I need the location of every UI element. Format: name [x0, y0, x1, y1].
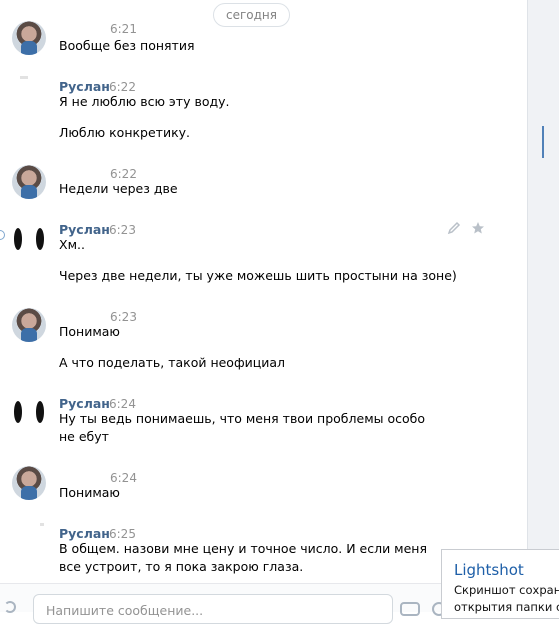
message-text: Ну ты ведь понимаешь, что меня твои проб… — [59, 411, 425, 444]
message-text: Вообще без понятия — [59, 38, 195, 53]
scrollbar-panel[interactable] — [527, 0, 559, 611]
message-time[interactable]: 6:24 — [110, 471, 137, 485]
message-time[interactable]: 6:23 — [109, 223, 136, 237]
message-text: Через две недели, ты уже можешь шить про… — [59, 268, 457, 283]
avatar[interactable] — [12, 466, 46, 500]
message-time[interactable]: 6:23 — [110, 310, 137, 324]
message-text: Люблю конкретику. — [59, 125, 190, 140]
message-text: А что поделать, такой неофициал — [59, 355, 286, 370]
message-text: Я не люблю всю эту воду. — [59, 94, 230, 109]
date-divider[interactable]: сегодня — [213, 3, 290, 27]
message-text: В общем. назови мне цену и точное число.… — [59, 541, 427, 574]
message-input[interactable]: Напишите сообщение... — [33, 594, 393, 624]
pencil-icon[interactable] — [447, 221, 461, 235]
scroll-thumb[interactable] — [542, 126, 544, 158]
avatar[interactable] — [12, 395, 46, 429]
notification-title: Lightshot — [454, 561, 524, 579]
notification-line: открытия папки со — [454, 600, 559, 614]
notification-line: Скриншот сохранё — [454, 583, 559, 597]
lightshot-notification[interactable]: Lightshot Скриншот сохранё открытия папк… — [441, 549, 559, 619]
unread-indicator — [0, 230, 5, 240]
message-time[interactable]: 6:25 — [109, 527, 136, 541]
avatar-placeholder — [40, 523, 44, 526]
avatar-placeholder — [20, 76, 28, 79]
camera-icon[interactable] — [400, 602, 420, 616]
message-text: Понимаю — [59, 485, 120, 500]
chat-history: сегодня 6:21 Вообще без понятия Руслан 6… — [0, 0, 527, 624]
author-name[interactable]: Руслан — [59, 79, 110, 94]
paperclip-icon[interactable] — [4, 601, 16, 613]
star-icon[interactable] — [471, 221, 485, 235]
message-text: Хм.. — [59, 237, 85, 252]
message-time[interactable]: 6:22 — [110, 167, 137, 181]
author-name[interactable]: Руслан — [59, 222, 110, 237]
message-time[interactable]: 6:21 — [110, 22, 137, 36]
avatar[interactable] — [12, 165, 46, 199]
avatar[interactable] — [12, 308, 46, 342]
message-time[interactable]: 6:22 — [109, 80, 136, 94]
author-name[interactable]: Руслан — [59, 526, 110, 541]
message-time[interactable]: 6:24 — [109, 397, 136, 411]
author-name[interactable]: Руслан — [59, 396, 110, 411]
avatar[interactable] — [12, 21, 46, 55]
message-text: Недели через две — [59, 181, 178, 196]
avatar[interactable] — [12, 222, 46, 256]
message-text: Понимаю — [59, 324, 120, 339]
